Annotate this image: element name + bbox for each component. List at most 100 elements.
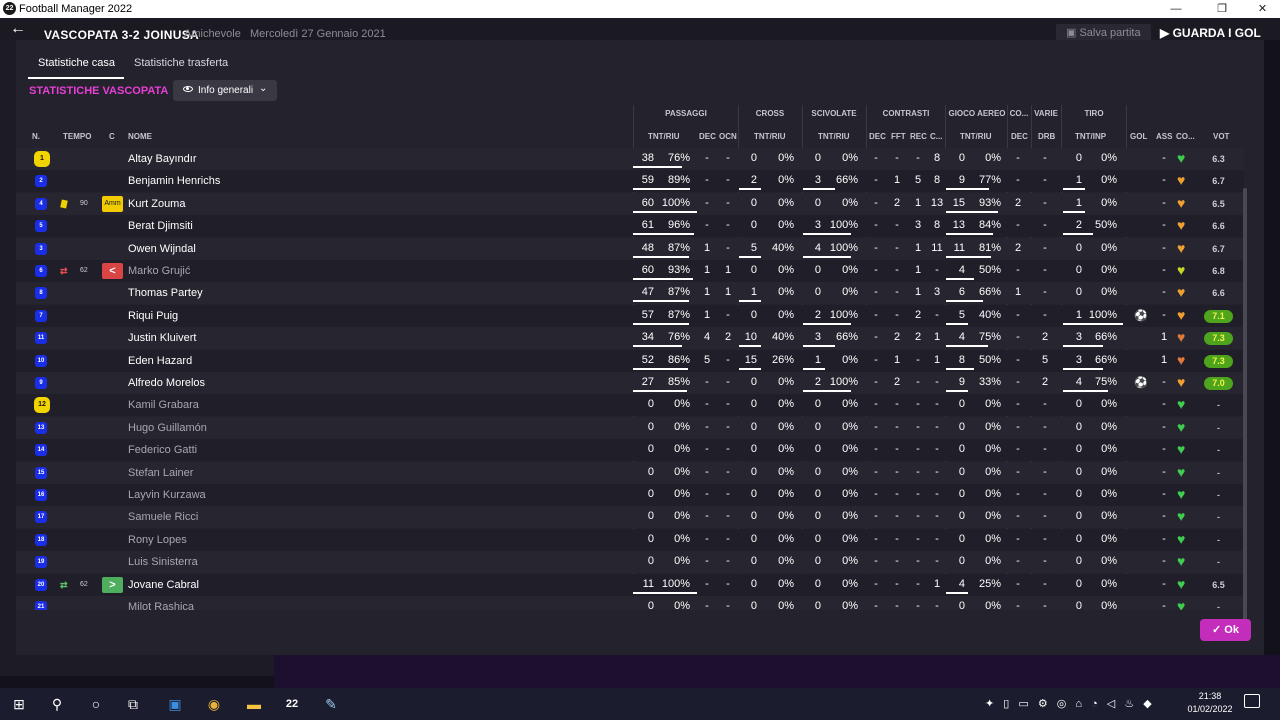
player-name[interactable]: Luis Sinisterra	[128, 556, 198, 568]
condition-heart-icon: ♥	[1177, 441, 1186, 458]
save-game-button[interactable]: ▣ Salva partita	[1056, 24, 1151, 40]
assists: -	[1162, 308, 1166, 321]
col-aereo-tnt[interactable]: TNT/RIU	[960, 132, 992, 141]
player-name[interactable]: Berat Djimsiti	[128, 220, 193, 232]
player-name[interactable]: Jovane Cabral	[128, 579, 199, 591]
table-row[interactable]: 20 ⇄ 62 > Jovane Cabral 11 100% - -0 0% 0 0% - - -1 4 25…	[16, 573, 1244, 596]
table-row[interactable]: 13 Hugo Guillamón 0 0% - -0 0% 0 0% - - - -0 0% - -0 0% -…	[16, 416, 1244, 439]
col-con-rec[interactable]: REC	[910, 132, 927, 141]
paint-icon[interactable]: ✎	[320, 693, 342, 715]
col-tempo[interactable]: TEMPO	[63, 132, 91, 141]
condition-heart-icon: ♥	[1177, 194, 1186, 211]
player-name[interactable]: Layvin Kurzawa	[128, 489, 206, 501]
player-name[interactable]: Milot Rashica	[128, 601, 194, 610]
player-name[interactable]: Thomas Partey	[128, 287, 203, 299]
col-pass-dec[interactable]: DEC	[699, 132, 716, 141]
scrollbar[interactable]	[1243, 188, 1247, 622]
col-co-dec[interactable]: DEC	[1011, 132, 1028, 141]
player-name[interactable]: Altay Bayındır	[128, 153, 196, 165]
col-nome[interactable]: NOME	[128, 132, 152, 141]
task-view-icon[interactable]: ⧉	[122, 693, 144, 715]
col-co2[interactable]: CO...	[1176, 132, 1195, 141]
col-ass[interactable]: ASS	[1156, 132, 1172, 141]
table-row[interactable]: 11 Justin Kluivert 34 76% 4 2 10 40% 3 66% -2 2 1 4 75…	[16, 327, 1244, 350]
dribbles: -	[1043, 510, 1047, 523]
chrome-icon[interactable]: ◉	[203, 693, 225, 715]
tab-away-stats[interactable]: Statistiche trasferta	[134, 57, 228, 69]
table-row[interactable]: 1 Altay Bayındır 38 76% - -0 0% 0 0% - - -8 0 0% - -0 0%…	[16, 148, 1244, 170]
player-name[interactable]: Federico Gatti	[128, 444, 197, 456]
col-pass-tnt[interactable]: TNT/RIU	[648, 132, 680, 141]
ok-button[interactable]: ✓ Ok	[1200, 619, 1251, 641]
player-name[interactable]: Kamil Grabara	[128, 399, 199, 411]
player-name[interactable]: Samuele Ricci	[128, 511, 198, 523]
file-explorer-icon[interactable]: ▬	[243, 693, 265, 715]
windows-start-icon[interactable]: ⊞	[8, 693, 30, 715]
passes-bar-base	[633, 367, 655, 370]
save-icon: ▣	[1066, 27, 1080, 39]
shirt-number: 15	[35, 466, 47, 479]
table-row[interactable]: 9 Alfredo Morelos 27 85% - -0 0% 2 100% -2- -9 33% -…	[16, 372, 1244, 394]
table-row[interactable]: 14 Federico Gatti 0 0% - -0 0% 0 0% - - - -0 0% - -0 0% -…	[16, 439, 1244, 462]
cortana-icon[interactable]: ○	[85, 693, 107, 715]
match-type: Amichevole	[184, 28, 241, 40]
col-pass-ocn[interactable]: OCN	[719, 132, 737, 141]
shirt-number: 6	[35, 265, 47, 277]
close-button[interactable]: ✕	[1245, 0, 1280, 18]
tab-home-stats[interactable]: Statistiche casa	[38, 57, 115, 69]
table-row[interactable]: 21 Milot Rashica 0 0% - -0 0% 0 0% - - - -0 0% - -0 0% - ♥…	[16, 596, 1244, 610]
table-row[interactable]: 19 Luis Sinisterra 0 0% - -0 0% 0 0% - - - -0 0% - -0 0%…	[16, 551, 1244, 574]
col-n[interactable]: N.	[32, 132, 40, 141]
maximize-button[interactable]: ❐	[1199, 0, 1245, 18]
shirt-number: 21	[35, 601, 47, 610]
table-row[interactable]: 18 Rony Lopes 0 0% - -0 0% 0 0% - - - -0 0% - -0 0% - ♥ -	[16, 528, 1244, 551]
assists: -	[1162, 376, 1166, 388]
player-name[interactable]: Justin Kluivert	[128, 332, 196, 344]
table-row[interactable]: 16 Layvin Kurzawa 0 0% - -0 0% 0 0% - - - -0 0% - -0 0% -…	[16, 484, 1244, 506]
table-row[interactable]: 6 ⇄ 62 < Marko Grujić 60 93% 1 1 0 0% 0 0% - -1-4 50% - -…	[16, 260, 1244, 282]
table-row[interactable]: 10 Eden Hazard 52 86% 5-15 26% 1 0% -1-1 8 50% -5 3 6…	[16, 349, 1244, 372]
notifications-icon[interactable]	[1244, 694, 1260, 708]
table-row[interactable]: 8 Thomas Partey 47 87% 1 1 1 0% 0 0% - -1 3 6 66% 1-0 0%…	[16, 282, 1244, 305]
col-gol[interactable]: GOL	[1130, 132, 1147, 141]
col-cross-tnt[interactable]: TNT/RIU	[754, 132, 786, 141]
clock[interactable]: 21:38 01/02/2022	[1186, 690, 1234, 716]
remote-desktop-icon[interactable]: ▣	[164, 693, 186, 715]
table-row[interactable]: 15 Stefan Lainer 0 0% - -0 0% 0 0% - - - -0 0% - -0 0% - ♥…	[16, 461, 1244, 484]
table-row[interactable]: 12 Kamil Grabara 0 0% - -0 0% 0 0% - - - -0 0% - -0 0% - ♥…	[16, 394, 1244, 417]
table-row[interactable]: 5 Berat Djimsiti 61 96% - -0 0% 3 100% - -3 8 13 84% -…	[16, 215, 1244, 238]
search-icon[interactable]: ⚲	[46, 693, 68, 715]
table-row[interactable]: 2 Benjamin Henrichs 59 89% - -2 0% 3 66% -1 5 8 9 77%…	[16, 170, 1244, 193]
player-name[interactable]: Rony Lopes	[128, 534, 187, 546]
col-sciv-tnt[interactable]: TNT/RIU	[818, 132, 850, 141]
minimize-button[interactable]: —	[1153, 0, 1199, 18]
player-name[interactable]: Benjamin Henrichs	[128, 175, 220, 187]
col-con-dec[interactable]: DEC	[869, 132, 886, 141]
col-con-c[interactable]: C...	[930, 132, 942, 141]
table-row[interactable]: 3 Owen Wijndal 48 87% 1-5 40% 4 100% - -1 11 11 81% 2…	[16, 237, 1244, 260]
col-vot[interactable]: VOT	[1213, 132, 1229, 141]
table-row[interactable]: 7 Riqui Puig 57 87% 1-0 0% 2 100% - -2-5 40% - -1 100…	[16, 304, 1244, 327]
continue-button[interactable]: ▶ GUARDA I GOL	[1160, 26, 1261, 40]
col-con-fft[interactable]: FFT	[891, 132, 906, 141]
view-dropdown[interactable]: Info generali ⌄	[173, 80, 277, 101]
player-name[interactable]: Alfredo Morelos	[128, 377, 205, 389]
col-c[interactable]: C	[109, 132, 115, 141]
player-name[interactable]: Riqui Puig	[128, 310, 178, 322]
player-name[interactable]: Hugo Guillamón	[128, 422, 207, 434]
co-dec: -	[1016, 376, 1020, 388]
player-name[interactable]: Kurt Zouma	[128, 198, 185, 210]
football-manager-icon[interactable]: 22	[281, 693, 303, 715]
passes-percent: 0%	[674, 555, 690, 568]
player-name[interactable]: Owen Wijndal	[128, 243, 196, 255]
col-varie-drb[interactable]: DRB	[1038, 132, 1055, 141]
back-arrow-icon[interactable]: ←	[10, 21, 26, 37]
player-name[interactable]: Eden Hazard	[128, 355, 192, 367]
col-tiro-tnt[interactable]: TNT/INP	[1075, 132, 1106, 141]
system-tray-icons[interactable]: ✦ ▯ ▭ ⚙ ◎ ⌂ ◔ ◁ ♨ ◆	[985, 697, 1155, 710]
player-name[interactable]: Marko Grujić	[128, 265, 190, 277]
player-name[interactable]: Stefan Lainer	[128, 467, 193, 479]
table-row[interactable]: 17 Samuele Ricci 0 0% - -0 0% 0 0% - - - -0 0% - -0 0% - ♥…	[16, 506, 1244, 529]
table-row[interactable]: 4 90 Amm Kurt Zouma 60 100% - -0 0% 0 0% -2 1 13 15 93%…	[16, 192, 1244, 215]
contrasts-dec: -	[874, 152, 878, 164]
